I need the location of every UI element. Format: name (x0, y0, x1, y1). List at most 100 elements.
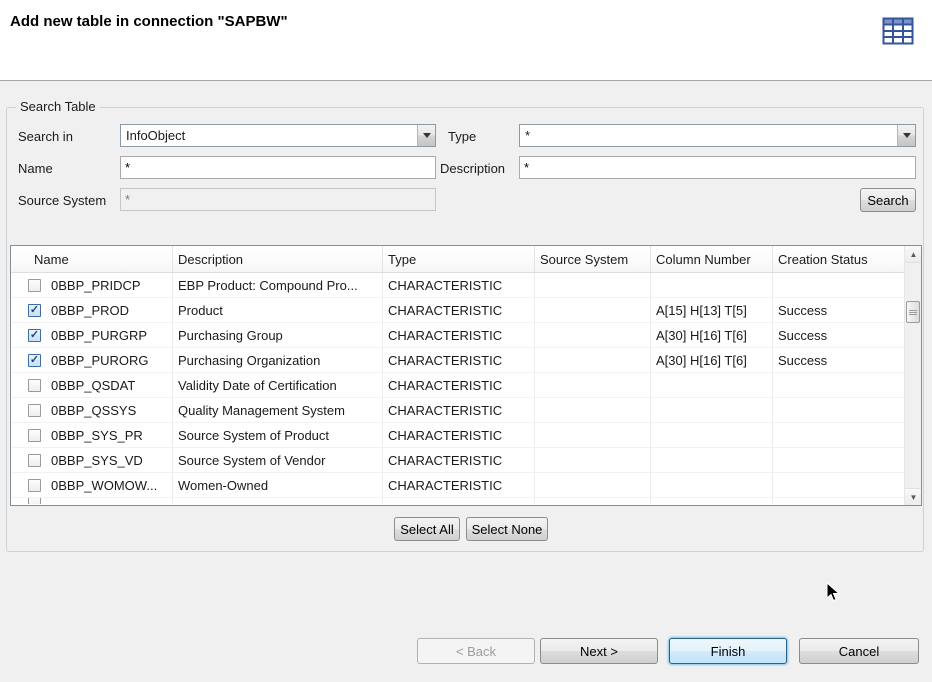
select-all-button[interactable]: Select All (394, 517, 460, 541)
cell-name: 0BBP_PRIDCP (11, 273, 173, 297)
source-system-label: Source System (18, 193, 106, 208)
row-name: 0BBP_PRIDCP (51, 278, 141, 293)
cancel-button[interactable]: Cancel (799, 638, 919, 664)
row-checkbox[interactable] (28, 404, 41, 417)
page-title: Add new table in connection "SAPBW" (10, 13, 288, 30)
cell-name: 0BBP_SYS_VD (11, 448, 173, 472)
row-name: 0BBP_QSDAT (51, 378, 135, 393)
row-type: CHARACTERISTIC (383, 473, 535, 497)
row-type: CHARACTERISTIC (383, 298, 535, 322)
type-label: Type (448, 129, 476, 144)
row-checkbox[interactable]: ✓ (28, 304, 41, 317)
row-name: 0BBP_PURORG (51, 353, 149, 368)
table-row[interactable]: ✓ 0BBP_PROD Product CHARACTERISTIC A[15]… (11, 298, 921, 323)
table-row[interactable]: ✓ 0BBP_PURORG Purchasing Organization CH… (11, 348, 921, 373)
scrollbar-thumb[interactable] (906, 301, 920, 323)
search-in-label: Search in (18, 129, 73, 144)
row-source-system (535, 348, 651, 372)
row-checkbox[interactable] (28, 498, 41, 504)
row-description: Women-Owned (173, 473, 383, 497)
row-name: 0BBP_PROD (51, 303, 129, 318)
scroll-down-icon[interactable]: ▼ (905, 488, 922, 505)
row-creation-status (773, 273, 906, 297)
row-column-number (651, 273, 773, 297)
search-group-title: Search Table (16, 99, 100, 114)
name-input[interactable] (120, 156, 436, 179)
row-type: CHARACTERISTIC (383, 448, 535, 472)
row-creation-status (773, 423, 906, 447)
row-checkbox[interactable] (28, 479, 41, 492)
search-in-dropdown[interactable]: InfoObject (120, 124, 436, 147)
row-column-number (651, 423, 773, 447)
row-column-number: A[30] H[16] T[6] (651, 323, 773, 347)
row-description: Validity Date of Certification (173, 373, 383, 397)
row-type (383, 498, 535, 504)
results-table: Name Description Type Source System Colu… (10, 245, 922, 506)
chevron-down-icon[interactable] (897, 125, 915, 146)
row-checkbox[interactable]: ✓ (28, 354, 41, 367)
cell-name: 0BBP_WOMOW... (11, 473, 173, 497)
type-dropdown[interactable]: * (519, 124, 916, 147)
next-button[interactable]: Next > (540, 638, 658, 664)
name-label: Name (18, 161, 53, 176)
add-table-dialog: Add new table in connection "SAPBW" Sear… (0, 0, 932, 682)
table-row[interactable]: ✓ 0BBP_PURGRP Purchasing Group CHARACTER… (11, 323, 921, 348)
row-checkbox[interactable] (28, 279, 41, 292)
row-source-system (535, 373, 651, 397)
table-row[interactable]: 0BBP_PRIDCP EBP Product: Compound Pro...… (11, 273, 921, 298)
row-creation-status (773, 373, 906, 397)
row-checkbox[interactable] (28, 429, 41, 442)
row-source-system (535, 423, 651, 447)
cell-name: ✓ 0BBP_PURORG (11, 348, 173, 372)
column-header-column-number[interactable]: Column Number (651, 246, 773, 272)
chevron-down-icon[interactable] (417, 125, 435, 146)
description-input[interactable] (519, 156, 916, 179)
column-header-creation-status[interactable]: Creation Status (773, 246, 906, 272)
table-row[interactable]: 0BBP_SYS_VD Source System of Vendor CHAR… (11, 448, 921, 473)
source-system-input (120, 188, 436, 211)
row-checkbox[interactable]: ✓ (28, 329, 41, 342)
table-header: Name Description Type Source System Colu… (11, 246, 921, 273)
select-none-button[interactable]: Select None (466, 517, 548, 541)
dialog-header: Add new table in connection "SAPBW" (0, 0, 932, 80)
row-type: CHARACTERISTIC (383, 348, 535, 372)
finish-button[interactable]: Finish (669, 638, 787, 664)
row-description: Product (173, 298, 383, 322)
row-description: Purchasing Organization (173, 348, 383, 372)
row-checkbox[interactable] (28, 454, 41, 467)
back-button[interactable]: < Back (417, 638, 535, 664)
row-column-number (651, 498, 773, 504)
row-source-system (535, 498, 651, 504)
row-description: Source System of Vendor (173, 448, 383, 472)
column-header-type[interactable]: Type (383, 246, 535, 272)
scroll-up-icon[interactable]: ▲ (905, 246, 922, 263)
row-creation-status (773, 498, 906, 504)
column-header-name[interactable]: Name (11, 246, 173, 272)
vertical-scrollbar[interactable]: ▲ ▼ (904, 246, 921, 505)
table-row[interactable]: 0BBP_SYS_PR Source System of Product CHA… (11, 423, 921, 448)
search-button[interactable]: Search (860, 188, 916, 212)
row-name: 0BBP_WOMOW... (51, 478, 157, 493)
table-body: 0BBP_PRIDCP EBP Product: Compound Pro...… (11, 273, 921, 504)
table-row[interactable]: 0BBP_WOMOW... Women-Owned CHARACTERISTIC (11, 473, 921, 498)
row-description: Source System of Product (173, 423, 383, 447)
row-description: EBP Product: Compound Pro... (173, 273, 383, 297)
row-column-number (651, 448, 773, 472)
cell-name: ✓ 0BBP_PURGRP (11, 323, 173, 347)
row-checkbox[interactable] (28, 379, 41, 392)
row-source-system (535, 273, 651, 297)
table-row[interactable]: 0BBP_QSSYS Quality Management System CHA… (11, 398, 921, 423)
column-header-description[interactable]: Description (173, 246, 383, 272)
cell-name (11, 498, 173, 504)
table-row[interactable] (11, 498, 921, 504)
row-column-number (651, 473, 773, 497)
row-name: 0BBP_SYS_VD (51, 453, 143, 468)
table-row[interactable]: 0BBP_QSDAT Validity Date of Certificatio… (11, 373, 921, 398)
row-type: CHARACTERISTIC (383, 398, 535, 422)
cell-name: 0BBP_SYS_PR (11, 423, 173, 447)
row-description (173, 498, 383, 504)
column-header-source-system[interactable]: Source System (535, 246, 651, 272)
row-source-system (535, 398, 651, 422)
table-icon (882, 17, 914, 48)
row-type: CHARACTERISTIC (383, 423, 535, 447)
